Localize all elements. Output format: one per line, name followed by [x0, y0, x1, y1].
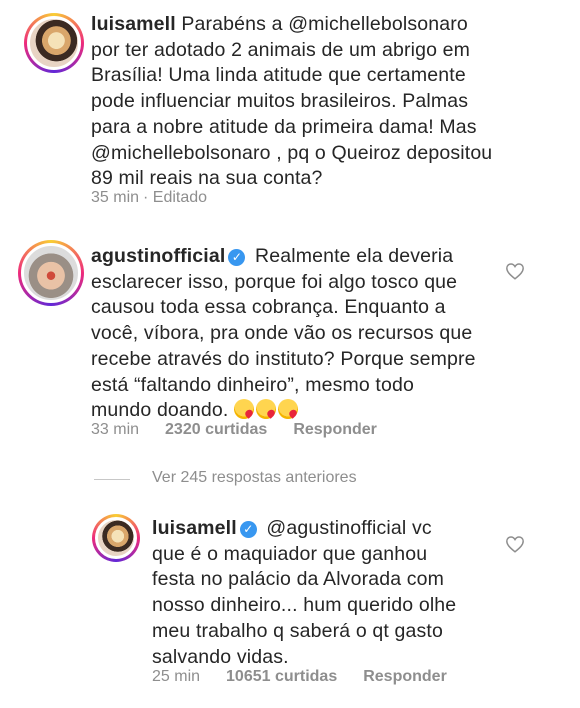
comment-line: que é o maquiador que ganhou [152, 542, 428, 565]
comment-line: está “faltando dinheiro”, mesmo todo [91, 373, 414, 396]
comment-line: você, víbora, pra onde vão os recursos q… [91, 322, 473, 345]
comment-line: causou toda essa cobrança. Enquanto a [91, 296, 446, 319]
replies-divider [94, 479, 130, 480]
comment-body: luisamell Parabéns a @michellebolsonaro … [91, 12, 561, 192]
verified-badge-icon: ✓ [239, 521, 257, 538]
avatar[interactable] [92, 514, 140, 562]
timestamp: 35 min [91, 189, 140, 206]
comment-body: agustinofficial ✓ Realmente ela deveria e… [91, 244, 501, 424]
comment-line: mundo doando. [91, 399, 229, 422]
kiss-emoji-icon [278, 399, 299, 420]
comment-meta: 35 min · Editado [91, 189, 233, 207]
comment-line: Realmente ela deveria [255, 245, 454, 267]
avatar-image [95, 517, 137, 559]
comment-line: Brasília! Uma linda atitude que certamen… [91, 64, 466, 87]
like-heart-icon[interactable] [505, 262, 525, 280]
comment-line: por ter adotado 2 animais de um abrigo e… [91, 38, 471, 61]
comment-line: meu trabalho q saberá o qt gasto [152, 619, 443, 642]
comment-line: @michellebolsonaro , pq o Queiroz deposi… [91, 141, 493, 164]
comment-line: recebe através do instituto? Porque semp… [91, 347, 476, 370]
avatar-image [21, 243, 81, 303]
comment-meta: 25 min 10651 curtidas Responder [152, 668, 473, 686]
kiss-emoji-icon [234, 399, 255, 420]
comment-line: Parabéns a @michellebolsonaro [181, 13, 468, 35]
comment-line: @agustinofficial vc [266, 517, 432, 539]
avatar[interactable] [18, 240, 84, 306]
comment-body: luisamell ✓ @agustinofficial vc que é o m… [152, 516, 502, 670]
likes-count[interactable]: 10651 curtidas [226, 668, 337, 685]
username-link[interactable]: agustinofficial [91, 245, 225, 267]
like-heart-icon[interactable] [505, 535, 525, 553]
reply-button[interactable]: Responder [363, 668, 447, 685]
likes-count[interactable]: 2320 curtidas [165, 421, 267, 438]
view-replies-link[interactable]: Ver 245 respostas anteriores [152, 469, 357, 487]
comment-line: pode influenciar muitos brasileiros. Pal… [91, 90, 469, 113]
verified-badge-icon: ✓ [228, 249, 246, 266]
comment-meta: 33 min 2320 curtidas Responder [91, 421, 403, 439]
comment-line: esclarecer isso, porque foi algo tosco q… [91, 270, 458, 293]
edited-label: · Editado [143, 189, 208, 206]
kiss-emoji-icon [256, 399, 277, 420]
avatar-image [27, 16, 81, 70]
comment-line: nosso dinheiro... hum querido olhe [152, 594, 457, 617]
username-link[interactable]: luisamell [91, 13, 176, 35]
timestamp: 33 min [91, 421, 140, 438]
comment-line: salvando vidas. [152, 645, 289, 668]
comment-line: festa no palácio da Alvorada com [152, 568, 445, 591]
reply-button[interactable]: Responder [293, 421, 377, 438]
username-link[interactable]: luisamell [152, 517, 237, 539]
comment-line: para a nobre atitude da primeira dama! M… [91, 115, 477, 138]
comment-line: 89 mil reais na sua conta? [91, 167, 323, 190]
avatar[interactable] [24, 13, 84, 73]
timestamp: 25 min [152, 668, 201, 685]
